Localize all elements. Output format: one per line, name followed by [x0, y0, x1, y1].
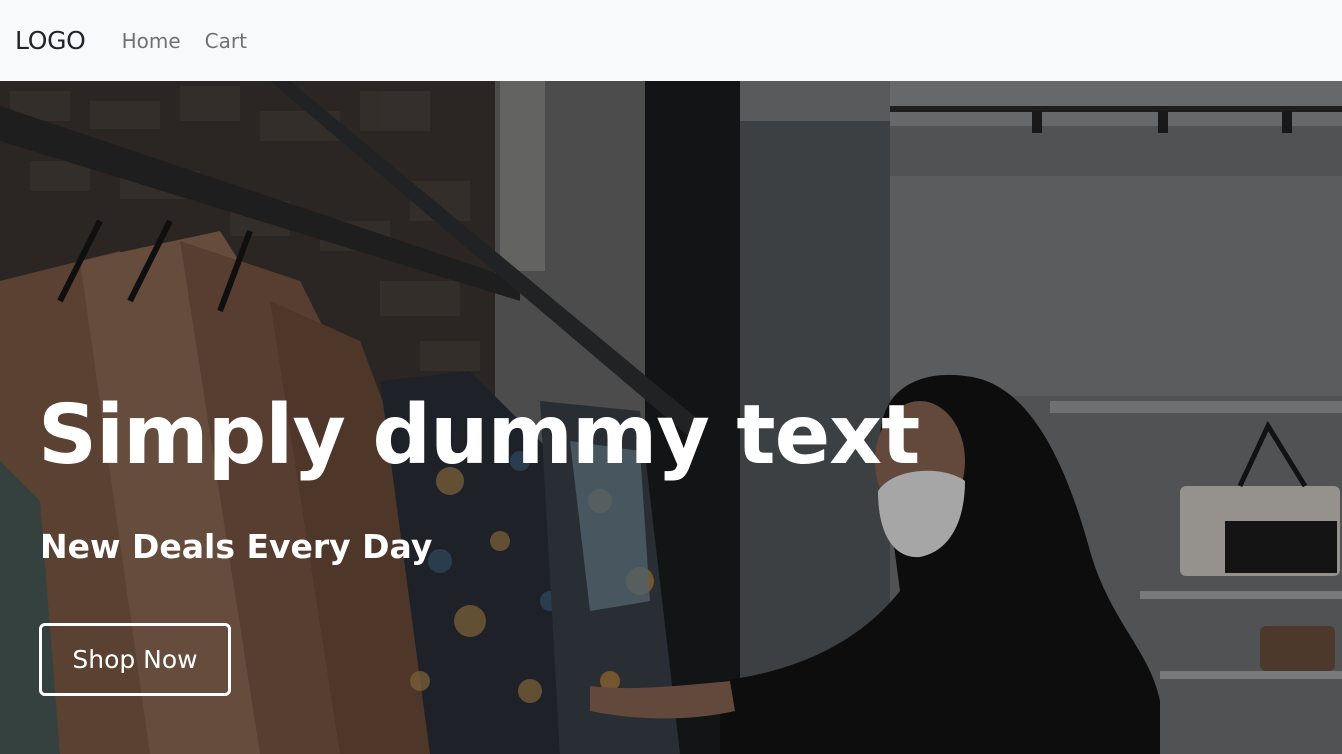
- nav-link-cart[interactable]: Cart: [205, 29, 247, 53]
- hero-subtitle: New Deals Every Day: [40, 527, 433, 566]
- shop-now-button[interactable]: Shop Now: [39, 623, 231, 696]
- hero-banner: Simply dummy text New Deals Every Day Sh…: [0, 81, 1342, 754]
- navbar: LOGO Home Cart: [0, 0, 1342, 81]
- brand-logo[interactable]: LOGO: [15, 28, 86, 53]
- nav-link-home[interactable]: Home: [122, 29, 181, 53]
- hero-title: Simply dummy text: [38, 388, 920, 483]
